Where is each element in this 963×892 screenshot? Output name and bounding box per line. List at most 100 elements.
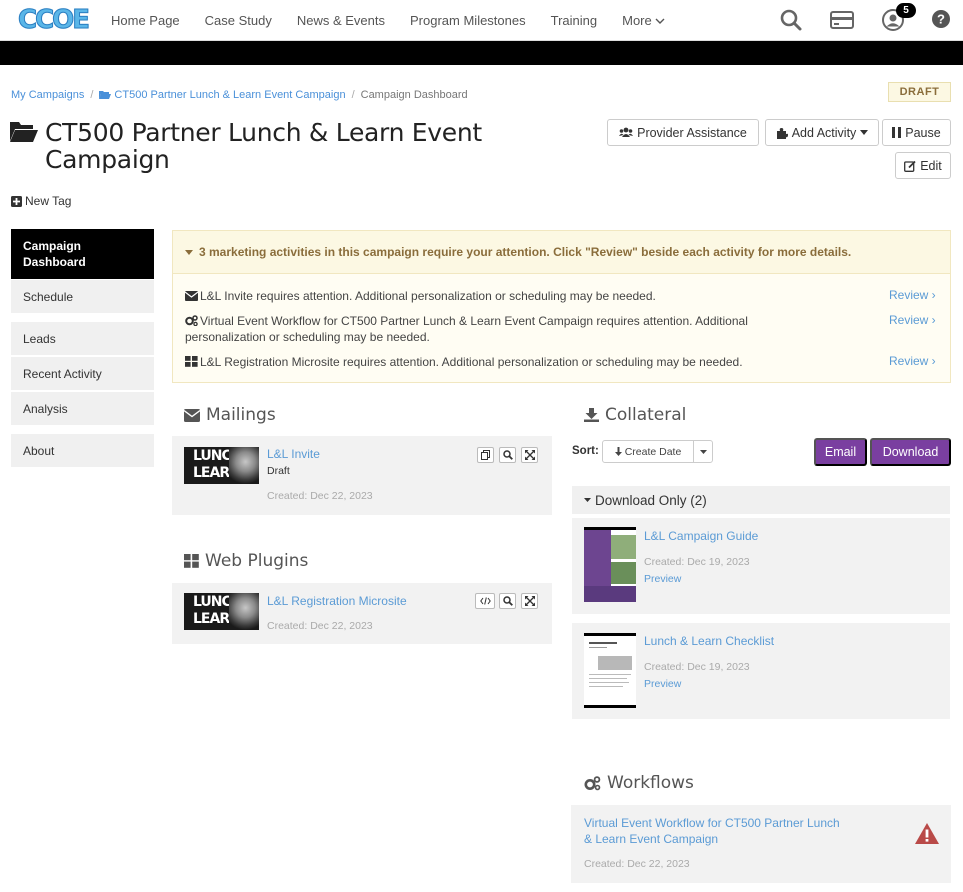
zoom-icon (502, 450, 513, 460)
alert-row-text: L&L Registration Microsite requires atte… (200, 355, 743, 369)
warning-icon[interactable] (915, 823, 939, 844)
nav-case-study[interactable]: Case Study (205, 13, 272, 28)
edit-icon (904, 160, 916, 172)
review-link[interactable]: Review › (889, 313, 936, 327)
nav-program-milestones[interactable]: Program Milestones (410, 13, 526, 28)
edit-button[interactable]: Edit (895, 152, 951, 179)
collateral-preview-link[interactable]: Preview (644, 678, 681, 690)
workflow-card[interactable]: Virtual Event Workflow for CT500 Partner… (571, 805, 951, 883)
sort-label: Sort: (572, 445, 599, 457)
help-icon[interactable]: ? (931, 9, 951, 29)
mailing-thumbnail: LUNCH LEARN (184, 447, 259, 484)
caret-down-icon (860, 130, 869, 135)
provider-assistance-button[interactable]: Provider Assistance (607, 119, 759, 146)
main-nav: Home Page Case Study News & Events Progr… (111, 0, 690, 41)
cogs-icon (584, 775, 601, 790)
sidebar-item-recent-activity[interactable]: Recent Activity (11, 357, 154, 390)
download-only-group[interactable]: Download Only (2) (572, 486, 950, 514)
puzzle-icon (776, 127, 788, 139)
alert-row-mailing: L&L Invite requires attention. Additiona… (185, 288, 825, 304)
add-activity-label: Add Activity (791, 125, 857, 140)
top-navbar: CCOE Home Page Case Study News & Events … (0, 0, 963, 41)
sidebar-item-about[interactable]: About (11, 434, 154, 467)
provider-assistance-label: Provider Assistance (637, 125, 747, 140)
mailing-name-link[interactable]: L&L Invite (267, 447, 320, 461)
workflow-name-link[interactable]: Virtual Event Workflow for CT500 Partner… (584, 815, 844, 847)
download-button[interactable]: Download (870, 438, 951, 466)
review-link[interactable]: Review › (889, 354, 936, 368)
ccoe-logo[interactable]: CCOE (17, 5, 90, 36)
add-activity-dropdown[interactable]: Add Activity (765, 119, 879, 146)
new-tag-label: New Tag (25, 194, 72, 208)
expand-button[interactable] (521, 593, 538, 609)
sort-caret[interactable] (694, 449, 712, 454)
download-only-label: Download Only (2) (595, 492, 707, 508)
collateral-created-date: Created: Dec 19, 2023 (644, 556, 750, 568)
collateral-name-link[interactable]: L&L Campaign Guide (644, 529, 758, 543)
sort-by-create-date[interactable]: Create Date (603, 441, 694, 462)
web-plugin-card[interactable]: LUNCH LEARN L&L Registration Microsite Cr… (172, 583, 552, 644)
web-plugins-section-title: Web Plugins (184, 551, 308, 571)
pause-button[interactable]: Pause (882, 119, 951, 146)
expand-button[interactable] (521, 447, 538, 463)
collateral-card[interactable]: L&L Campaign Guide Created: Dec 19, 2023… (572, 518, 950, 614)
credit-card-icon[interactable] (829, 8, 855, 32)
breadcrumb: My Campaigns / CT500 Partner Lunch & Lea… (11, 89, 468, 101)
breadcrumb-campaign-label: CT500 Partner Lunch & Learn Event Campai… (114, 89, 346, 101)
nav-training[interactable]: Training (551, 13, 597, 28)
sidebar-item-schedule[interactable]: Schedule (11, 280, 154, 313)
search-icon[interactable] (779, 8, 803, 32)
envelope-icon (185, 291, 198, 301)
alert-heading: 3 marketing activities in this campaign … (199, 245, 852, 259)
preview-button[interactable] (499, 593, 516, 609)
th-large-icon (185, 356, 198, 367)
alert-header[interactable]: 3 marketing activities in this campaign … (173, 231, 950, 274)
attention-alert: 3 marketing activities in this campaign … (172, 230, 951, 383)
expand-icon (524, 450, 535, 460)
download-icon (584, 408, 599, 422)
mailing-card[interactable]: LUNCH LEARN L&L Invite Draft Created: Dec… (172, 436, 552, 515)
workflow-created-date: Created: Dec 22, 2023 (584, 858, 690, 870)
notification-badge: 5 (896, 3, 916, 18)
nav-home-page[interactable]: Home Page (111, 13, 180, 28)
collateral-name-link[interactable]: Lunch & Learn Checklist (644, 634, 774, 648)
plugin-name-link[interactable]: L&L Registration Microsite (267, 594, 407, 608)
campaign-guide-thumbnail (584, 527, 636, 602)
zoom-icon (502, 596, 513, 606)
copy-button[interactable] (477, 447, 494, 463)
chevron-down-icon (655, 18, 665, 24)
alert-row-text: Virtual Event Workflow for CT500 Partner… (185, 314, 748, 344)
review-link[interactable]: Review › (889, 288, 936, 302)
new-tag-button[interactable]: New Tag (11, 194, 71, 208)
plugin-created-date: Created: Dec 22, 2023 (267, 620, 373, 632)
nav-news-events[interactable]: News & Events (297, 13, 385, 28)
nav-more-label: More (622, 13, 652, 28)
collateral-preview-link[interactable]: Preview (644, 573, 681, 585)
embed-code-button[interactable] (475, 593, 495, 609)
alert-row-plugin: L&L Registration Microsite requires atte… (185, 354, 825, 370)
users-icon (619, 127, 634, 137)
plugin-thumbnail: LUNCH LEARN (184, 593, 259, 630)
collateral-card[interactable]: Lunch & Learn Checklist Created: Dec 19,… (572, 623, 950, 719)
sidebar-item-analysis[interactable]: Analysis (11, 392, 154, 425)
mailing-created-date: Created: Dec 22, 2023 (267, 490, 373, 502)
edit-label: Edit (920, 158, 942, 173)
expand-icon (524, 596, 535, 606)
arrow-down-icon (614, 447, 622, 456)
sidebar-item-leads[interactable]: Leads (11, 322, 154, 355)
mailing-status: Draft (267, 465, 290, 477)
breadcrumb-my-campaigns[interactable]: My Campaigns (11, 89, 84, 101)
caret-down-icon (185, 249, 193, 255)
email-button[interactable]: Email (814, 438, 867, 466)
mailings-title: Mailings (206, 405, 276, 425)
breadcrumb-campaign[interactable]: CT500 Partner Lunch & Learn Event Campai… (99, 89, 346, 101)
workflows-section-title: Workflows (584, 773, 694, 793)
sort-dropdown[interactable]: Create Date (602, 440, 713, 463)
nav-more-dropdown[interactable]: More (622, 13, 665, 28)
caret-down-icon (699, 449, 707, 454)
envelope-icon (184, 408, 200, 422)
workflows-title: Workflows (607, 773, 694, 793)
sidebar-item-campaign-dashboard[interactable]: Campaign Dashboard (11, 229, 154, 279)
code-icon (479, 597, 491, 605)
preview-button[interactable] (499, 447, 516, 463)
